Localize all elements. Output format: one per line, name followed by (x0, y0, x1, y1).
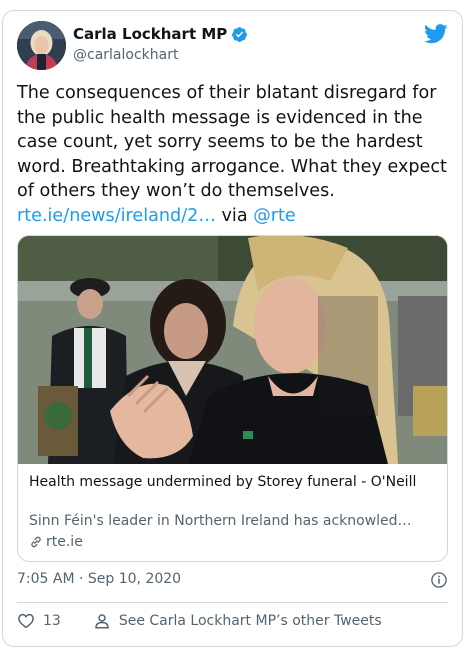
link-icon (31, 536, 41, 548)
link-card[interactable]: Health message undermined by Storey fune… (17, 235, 448, 562)
like-button[interactable]: 13 (17, 612, 61, 630)
link-card-image[interactable] (18, 236, 447, 464)
link-card-title[interactable]: Health message undermined by Storey fune… (29, 473, 439, 493)
via-mention[interactable]: @rte (253, 206, 296, 226)
other-tweets-label[interactable]: See Carla Lockhart MP’s other Tweets (119, 613, 382, 629)
heart-icon (18, 613, 34, 629)
link-card-domain: rte.ie (46, 534, 83, 550)
author-name[interactable]: Carla Lockhart MP (73, 25, 227, 43)
like-count: 13 (43, 613, 61, 629)
author-name-row[interactable]: Carla Lockhart MP (73, 25, 248, 43)
divider (17, 602, 448, 603)
tweet-actions: 13 See Carla Lockhart MP’s other Tweets (17, 611, 382, 631)
twitter-bird-icon[interactable] (424, 23, 448, 45)
other-tweets-link[interactable]: See Carla Lockhart MP’s other Tweets (93, 612, 382, 630)
tweet-body: The consequences of their blatant disreg… (17, 83, 447, 201)
via-text: via (221, 205, 248, 226)
tweet-link[interactable]: rte.ie/news/ireland/2… (17, 206, 216, 226)
person-icon (95, 614, 109, 629)
link-card-domain-row: rte.ie (29, 534, 83, 550)
avatar-image (17, 21, 66, 70)
avatar[interactable] (17, 21, 66, 70)
tweet-card: Carla Lockhart MP @carlalockhart The con… (2, 10, 463, 647)
info-icon[interactable] (430, 571, 448, 589)
author-handle[interactable]: @carlalockhart (73, 47, 178, 63)
tweet-text: The consequences of their blatant disreg… (17, 81, 449, 228)
tweet-timestamp[interactable]: 7:05 AM · Sep 10, 2020 (17, 571, 181, 587)
verified-badge-icon (232, 26, 248, 42)
funeral-photo (18, 236, 447, 464)
link-card-description: Sinn Féin's leader in Northern Ireland h… (29, 513, 412, 529)
